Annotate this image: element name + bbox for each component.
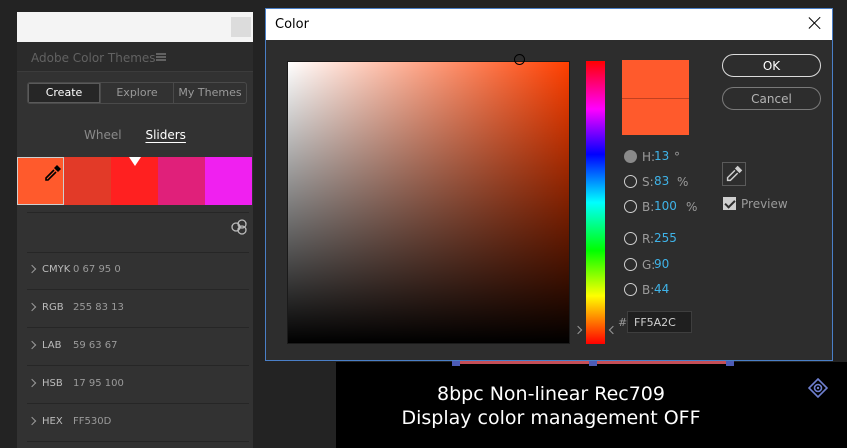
radio-green[interactable]: [624, 258, 637, 271]
red-value[interactable]: 255: [654, 231, 677, 245]
radio-blue[interactable]: [624, 283, 637, 296]
brightness-value[interactable]: 100: [654, 199, 677, 213]
mode-tabs: Create Explore My Themes: [27, 82, 247, 104]
green-value[interactable]: 90: [654, 257, 669, 271]
tab-explore[interactable]: Explore: [100, 83, 173, 103]
dialog-titlebar: Color: [266, 9, 832, 40]
radio-label: R:: [642, 232, 655, 246]
eyedropper-icon[interactable]: [722, 162, 746, 186]
tab-my-themes[interactable]: My Themes: [173, 83, 246, 103]
value-text: 0 67 95 0: [73, 264, 121, 275]
value-label: HSB: [42, 378, 63, 389]
blue-value[interactable]: 44: [654, 282, 669, 296]
chevron-right-icon: [27, 416, 37, 426]
swatch-1[interactable]: [17, 157, 64, 205]
panel-title: Adobe Color Themes: [31, 51, 156, 65]
tab-create[interactable]: Create: [28, 83, 100, 103]
value-text: FF530D: [73, 416, 112, 427]
preview-label: Preview: [741, 197, 788, 211]
target-icon[interactable]: [808, 378, 828, 398]
hue-slider[interactable]: [586, 61, 605, 344]
unit-label: °: [674, 150, 680, 164]
original-color-preview[interactable]: [622, 98, 689, 135]
value-row-hex[interactable]: HEX FF530D: [27, 405, 249, 442]
value-row-lab[interactable]: LAB 59 63 67: [27, 329, 249, 366]
panel-top-strip: [17, 12, 253, 42]
value-text: 255 83 13: [73, 302, 124, 313]
cancel-button[interactable]: Cancel: [722, 87, 821, 110]
radio-hue[interactable]: [624, 150, 637, 163]
radio-red[interactable]: [624, 232, 637, 245]
value-label: CMYK: [42, 264, 71, 275]
hue-slider-handle-left-icon[interactable]: [573, 325, 583, 335]
ok-button[interactable]: OK: [722, 54, 821, 77]
saturation-value[interactable]: 83: [654, 174, 669, 188]
radio-label: S:: [642, 175, 654, 189]
viewer-info-line-1: 8bpc Non-linear Rec709: [437, 383, 665, 405]
eyedropper-icon[interactable]: [44, 164, 62, 182]
panel-strip-button[interactable]: [231, 17, 251, 37]
close-icon[interactable]: [808, 16, 822, 30]
tab-sliders[interactable]: Sliders: [145, 128, 185, 142]
swatch-4[interactable]: [158, 157, 205, 205]
color-harmony-icon[interactable]: [230, 218, 248, 236]
color-themes-panel: Adobe Color Themes Create Explore My The…: [17, 42, 253, 448]
panel-header: Adobe Color Themes: [17, 42, 253, 72]
hex-prefix: #: [618, 316, 628, 329]
radio-saturation[interactable]: [624, 175, 637, 188]
hue-value[interactable]: 13: [654, 149, 669, 163]
value-text: 17 95 100: [73, 378, 124, 389]
value-row-hsb[interactable]: HSB 17 95 100: [27, 367, 249, 404]
swatch-5[interactable]: [205, 157, 252, 205]
preview-checkbox[interactable]: [723, 197, 736, 210]
value-label: LAB: [42, 340, 62, 351]
value-text: 59 63 67: [73, 340, 118, 351]
hex-input[interactable]: [627, 311, 692, 333]
selected-swatch-marker-icon: [129, 157, 141, 166]
value-row-rgb[interactable]: RGB 255 83 13: [27, 291, 249, 328]
unit-label: %: [677, 175, 689, 189]
sub-tabs: Wheel Sliders: [17, 128, 253, 142]
value-label: HEX: [42, 416, 63, 427]
screen: Adobe Color Themes Create Explore My The…: [0, 0, 847, 448]
chevron-right-icon: [27, 264, 37, 274]
divider: [27, 212, 249, 213]
radio-brightness[interactable]: [624, 200, 637, 213]
chevron-right-icon: [27, 302, 37, 312]
composition-viewer: 8bpc Non-linear Rec709 Display color man…: [336, 358, 847, 448]
color-field-cursor[interactable]: [514, 54, 525, 65]
saturation-brightness-field[interactable]: [287, 61, 570, 344]
color-dialog: Color H: 13 ° S: 83 % B: 100 % R: 255 G:…: [265, 8, 833, 361]
chevron-right-icon: [27, 340, 37, 350]
value-label: RGB: [42, 302, 64, 313]
chevron-right-icon: [27, 378, 37, 388]
hamburger-menu-icon[interactable]: [156, 53, 166, 61]
viewer-info-line-2: Display color management OFF: [401, 407, 701, 429]
tab-wheel[interactable]: Wheel: [84, 128, 122, 142]
swatch-2[interactable]: [64, 157, 111, 205]
new-color-preview: [622, 60, 689, 98]
radio-label: B:: [642, 283, 655, 297]
hue-slider-handle-right-icon[interactable]: [608, 325, 618, 335]
unit-label: %: [686, 200, 698, 214]
dialog-title: Color: [275, 17, 309, 32]
radio-label: B:: [642, 200, 655, 214]
value-row-cmyk[interactable]: CMYK 0 67 95 0: [27, 253, 249, 290]
